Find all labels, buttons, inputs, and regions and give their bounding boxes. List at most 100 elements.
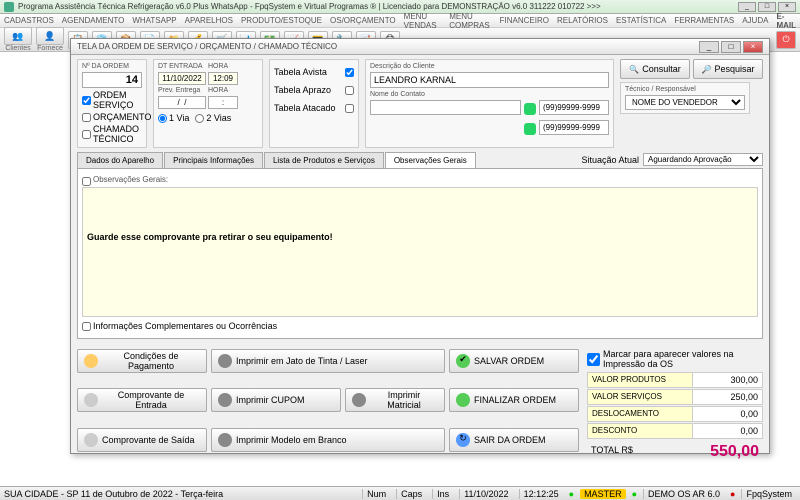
desloc-label: DESLOCAMENTO: [588, 407, 692, 421]
ordem-servico-checkbox[interactable]: [82, 96, 91, 105]
date-group: DT ENTRADAHORA Prev. EntregaHORA 1 Via 2…: [153, 59, 263, 148]
app-icon: [4, 2, 14, 12]
situacao-select[interactable]: Aguardando Aprovação: [643, 153, 763, 166]
tabela-aprazo-checkbox[interactable]: [345, 86, 354, 95]
marcar-label: Marcar para aparecer valores na Impressã…: [603, 349, 763, 369]
dialog-maximize-button[interactable]: □: [721, 41, 741, 53]
consultar-button[interactable]: 🔍Consultar: [620, 59, 690, 79]
whatsapp-icon-2[interactable]: [524, 123, 536, 135]
contato-input[interactable]: [370, 100, 521, 115]
tel2-input[interactable]: [539, 120, 609, 135]
prev-hora-label: HORA: [208, 87, 238, 94]
tabela-group: Tabela Avista Tabela Aprazo Tabela Ataca…: [269, 59, 359, 148]
cliente-nome-input[interactable]: [370, 72, 609, 88]
via1-radio[interactable]: [158, 114, 167, 123]
tabela-avista-label: Tabela Avista: [274, 67, 327, 77]
status-num: Num: [362, 489, 390, 499]
compl-checkbox[interactable]: [82, 322, 91, 331]
tabs: Dados do Aparelho Principais Informações…: [77, 152, 763, 169]
tab-lista-produtos[interactable]: Lista de Produtos e Serviços: [264, 152, 384, 168]
produtos-label: VALOR PRODUTOS: [588, 373, 692, 387]
prev-label: Prev. Entrega: [158, 87, 206, 94]
menu-ferramentas[interactable]: FERRAMENTAS: [674, 16, 734, 25]
tabela-atacado-checkbox[interactable]: [345, 104, 354, 113]
comp-entrada-button[interactable]: Comprovante de Entrada: [77, 388, 207, 412]
imprimir-branco-button[interactable]: Imprimir Modelo em Branco: [211, 428, 445, 452]
prev-hora-input[interactable]: [208, 96, 238, 109]
pesquisar-button[interactable]: 🔎Pesquisar: [693, 59, 763, 79]
contato-label: Nome do Contato: [370, 91, 609, 98]
tab-principais-info[interactable]: Principais Informações: [164, 152, 263, 168]
servicos-value: 250,00: [692, 390, 762, 404]
menubar: CADASTROS AGENDAMENTO WHATSAPP APARELHOS…: [0, 14, 800, 28]
hora-label: HORA: [208, 63, 238, 70]
menu-os[interactable]: OS/ORÇAMENTO: [330, 16, 396, 25]
obs-title: Observações Gerais:: [93, 175, 168, 184]
menu-vendas[interactable]: MENU VENDAS: [404, 12, 442, 30]
chamado-label: CHAMADO TÉCNICO: [93, 124, 142, 144]
imprimir-matricial-button[interactable]: Imprimir Matricial: [345, 388, 445, 412]
via2-radio[interactable]: [195, 114, 204, 123]
menu-agendamento[interactable]: AGENDAMENTO: [62, 16, 125, 25]
condicoes-button[interactable]: Condições de Pagamento: [77, 349, 207, 373]
salvar-button[interactable]: ✔SALVAR ORDEM: [449, 349, 579, 373]
dialog-close-button[interactable]: ×: [743, 41, 763, 53]
dialog-minimize-button[interactable]: _: [699, 41, 719, 53]
totals-panel: Marcar para aparecer valores na Impressã…: [587, 349, 763, 463]
dialog-titlebar: TELA DA ORDEM DE SERVIÇO / ORÇAMENTO / C…: [71, 39, 769, 55]
toolbar-clientes-button[interactable]: 👥: [4, 27, 32, 45]
chamado-checkbox[interactable]: [82, 130, 91, 139]
app-title: Programa Assistência Técnica Refrigeraçã…: [18, 2, 738, 11]
menu-financeiro[interactable]: FINANCEIRO: [500, 16, 549, 25]
sair-button[interactable]: ↻SAIR DA ORDEM: [449, 428, 579, 452]
tecnico-select[interactable]: NOME DO VENDEDOR: [625, 95, 745, 110]
menu-email[interactable]: E-MAIL: [776, 12, 796, 30]
tecnico-label: Técnico / Responsável: [625, 86, 745, 93]
menu-ajuda[interactable]: AJUDA: [742, 16, 768, 25]
orcamento-checkbox[interactable]: [82, 113, 91, 122]
menu-aparelhos[interactable]: APARELHOS: [185, 16, 233, 25]
imprimir-cupom-button[interactable]: Imprimir CUPOM: [211, 388, 341, 412]
order-dialog: TELA DA ORDEM DE SERVIÇO / ORÇAMENTO / C…: [70, 38, 770, 454]
tab-dados-aparelho[interactable]: Dados do Aparelho: [77, 152, 163, 168]
minimize-button[interactable]: _: [738, 2, 756, 12]
via1-label: 1 Via: [169, 113, 189, 123]
toolbar-fornece-button[interactable]: 👤: [36, 27, 64, 45]
comp-saida-button[interactable]: Comprovante de Saída: [77, 428, 207, 452]
cliente-group: Descrição do Cliente Nome do Contato: [365, 59, 614, 148]
maximize-button[interactable]: □: [758, 2, 776, 12]
toolbar-fornece-label: Fornece: [37, 45, 63, 52]
dt-entrada-input[interactable]: [158, 72, 206, 85]
order-number-group: Nº DA ORDEM ORDEM SERVIÇO ORÇAMENTO CHAM…: [77, 59, 147, 148]
menu-whatsapp[interactable]: WHATSAPP: [132, 16, 176, 25]
hora-input[interactable]: [208, 72, 238, 85]
menu-estatistica[interactable]: ESTATÍSTICA: [616, 16, 666, 25]
obs-gerais-checkbox[interactable]: [82, 177, 91, 186]
menu-compras[interactable]: MENU COMPRAS: [449, 12, 491, 30]
imprimir-jato-button[interactable]: Imprimir em Jato de Tinta / Laser: [211, 349, 445, 373]
status-demo: DEMO OS AR 6.0: [643, 489, 724, 499]
cliente-desc-label: Descrição do Cliente: [370, 63, 609, 70]
order-number-input[interactable]: [82, 72, 142, 88]
marcar-checkbox[interactable]: [587, 353, 600, 366]
tel1-input[interactable]: [539, 100, 609, 115]
desconto-value: 0,00: [692, 424, 762, 438]
prev-date-input[interactable]: [158, 96, 206, 109]
whatsapp-icon[interactable]: [524, 103, 536, 115]
total-value: 550,00: [673, 441, 763, 463]
toolbar-exit-button[interactable]: ⏻: [776, 31, 796, 49]
obs-textarea[interactable]: Guarde esse comprovante pra retirar o se…: [82, 187, 758, 317]
menu-relatorios[interactable]: RELATÓRIOS: [557, 16, 608, 25]
menu-cadastros[interactable]: CADASTROS: [4, 16, 54, 25]
status-date: 11/10/2022: [459, 489, 512, 499]
menu-produto[interactable]: PRODUTO/ESTOQUE: [241, 16, 322, 25]
close-button[interactable]: ×: [778, 2, 796, 12]
dialog-title: TELA DA ORDEM DE SERVIÇO / ORÇAMENTO / C…: [77, 42, 697, 51]
tab-observacoes[interactable]: Observações Gerais: [385, 152, 476, 168]
desloc-value: 0,00: [692, 407, 762, 421]
status-time: 12:12:25: [519, 489, 563, 499]
finalizar-button[interactable]: FINALIZAR ORDEM: [449, 388, 579, 412]
tabela-avista-checkbox[interactable]: [345, 68, 354, 77]
status-led3-icon: ●: [730, 489, 735, 499]
bottom-buttons: Condições de Pagamento Imprimir em Jato …: [77, 349, 579, 463]
